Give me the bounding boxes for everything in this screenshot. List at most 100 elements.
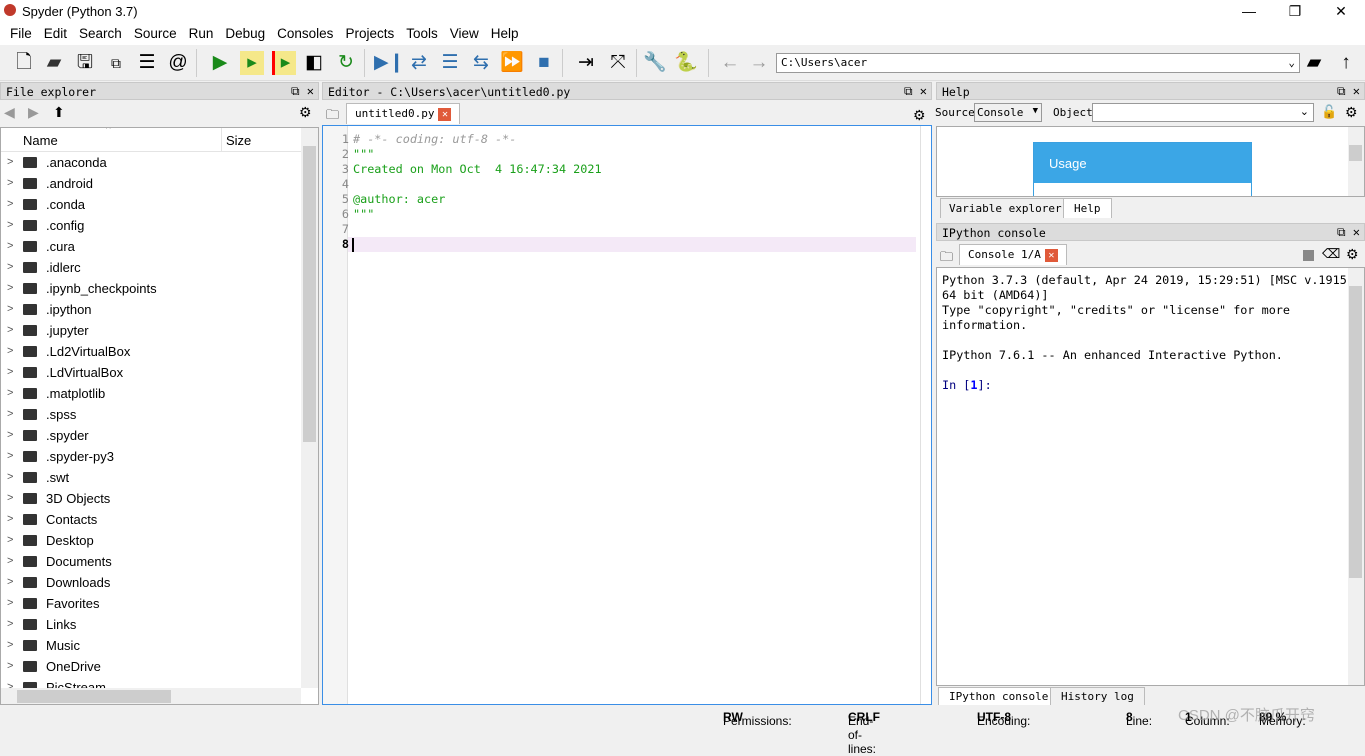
fe-forward-icon[interactable]: ▶ [28, 104, 39, 121]
file-tree-item[interactable]: > .ipython [1, 299, 301, 320]
expand-chevron-icon[interactable]: > [7, 278, 13, 299]
minimize-button[interactable]: — [1226, 0, 1272, 23]
at-sign-icon[interactable]: @ [166, 51, 190, 75]
menu-debug[interactable]: Debug [219, 23, 271, 45]
scroll-thumb[interactable] [303, 146, 316, 442]
file-tree-item[interactable]: > Desktop [1, 530, 301, 551]
pane-buttons[interactable]: ⧉ ✕ [1337, 225, 1360, 240]
file-tree-item[interactable]: > OneDrive [1, 656, 301, 677]
expand-chevron-icon[interactable]: > [7, 572, 13, 593]
run-cell-icon[interactable]: ▸ [240, 51, 264, 75]
expand-chevron-icon[interactable]: > [7, 635, 13, 656]
step-icon[interactable]: ⇄ [407, 51, 431, 75]
pane-buttons[interactable]: ⧉ ✕ [904, 84, 927, 99]
column-name[interactable]: Name [23, 133, 58, 148]
tab-ipython-console[interactable]: IPython console [938, 687, 1060, 705]
expand-chevron-icon[interactable]: > [7, 551, 13, 572]
fe-options-gear-icon[interactable]: ⚙ [299, 104, 312, 121]
menu-source[interactable]: Source [128, 23, 183, 45]
run-icon[interactable]: ▶ [208, 51, 232, 75]
stop-kernel-icon[interactable] [1303, 250, 1314, 261]
clear-eraser-icon[interactable]: ⌫ [1322, 246, 1340, 262]
file-tree-item[interactable]: > Links [1, 614, 301, 635]
fe-back-icon[interactable]: ◀ [4, 104, 15, 121]
vertical-scrollbar[interactable] [301, 128, 318, 688]
expand-chevron-icon[interactable]: > [7, 362, 13, 383]
console-tab[interactable]: Console 1/A ✕ [959, 244, 1067, 265]
fullscreen-icon[interactable]: ⤧ [606, 51, 630, 75]
file-tree-item[interactable]: > .anaconda [1, 152, 301, 173]
save-icon[interactable]: 🖫 [73, 51, 97, 75]
menu-tools[interactable]: Tools [400, 23, 444, 45]
step-return-icon[interactable]: ⇆ [469, 51, 493, 75]
pane-buttons[interactable]: ⧉ ✕ [291, 84, 314, 99]
expand-chevron-icon[interactable]: > [7, 215, 13, 236]
expand-chevron-icon[interactable]: > [7, 404, 13, 425]
file-tree-item[interactable]: > .cura [1, 236, 301, 257]
expand-chevron-icon[interactable]: > [7, 509, 13, 530]
working-directory-combo[interactable]: C:\Users\acer ⌄ [776, 53, 1300, 73]
expand-chevron-icon[interactable]: > [7, 236, 13, 257]
file-tree-item[interactable]: > Favorites [1, 593, 301, 614]
save-all-icon[interactable]: ⧉ [104, 51, 128, 75]
file-tree[interactable]: Name ^ Size > .anaconda > .android > .conda >.… [0, 127, 319, 705]
console-options-gear-icon[interactable]: ⚙ [1346, 246, 1359, 263]
file-tree-item[interactable]: > Music [1, 635, 301, 656]
outline-icon[interactable]: ☰ [135, 51, 159, 75]
browse-folder-icon[interactable]: ▰ [1302, 51, 1326, 75]
file-tree-item[interactable]: > .spss [1, 404, 301, 425]
file-tree-item[interactable]: > .Ld2VirtualBox [1, 341, 301, 362]
file-tree-item[interactable]: > Contacts [1, 509, 301, 530]
expand-chevron-icon[interactable]: > [7, 446, 13, 467]
menu-projects[interactable]: Projects [339, 23, 400, 45]
scroll-thumb[interactable] [1349, 286, 1362, 578]
maximize-button[interactable]: ❐ [1272, 0, 1318, 23]
preferences-icon[interactable]: 🔧 [643, 51, 667, 75]
expand-chevron-icon[interactable]: > [7, 614, 13, 635]
file-tree-item[interactable]: > .idlerc [1, 257, 301, 278]
forward-icon[interactable]: → [747, 51, 771, 75]
object-input[interactable]: ⌄ [1092, 103, 1314, 122]
menu-search[interactable]: Search [73, 23, 128, 45]
file-tree-item[interactable]: >3D Objects [1, 488, 301, 509]
run-cell-advance-icon[interactable]: ▸ [272, 51, 296, 75]
stop-icon[interactable]: ■ [532, 51, 556, 75]
console-output[interactable]: Python 3.7.3 (default, Apr 24 2019, 15:2… [936, 267, 1365, 686]
expand-chevron-icon[interactable]: > [7, 320, 13, 341]
file-tree-item[interactable]: > .jupyter [1, 320, 301, 341]
menu-edit[interactable]: Edit [38, 23, 73, 45]
close-console-icon[interactable]: ✕ [1044, 248, 1058, 262]
expand-chevron-icon[interactable]: > [7, 383, 13, 404]
tab-history-log[interactable]: History log [1050, 687, 1145, 705]
menu-consoles[interactable]: Consoles [271, 23, 339, 45]
file-tree-item[interactable]: > .spyder-py3 [1, 446, 301, 467]
file-tree-item[interactable]: > .LdVirtualBox [1, 362, 301, 383]
help-options-gear-icon[interactable]: ⚙ [1345, 104, 1358, 121]
horizontal-scrollbar[interactable] [1, 688, 301, 704]
expand-chevron-icon[interactable]: > [7, 173, 13, 194]
file-tree-item[interactable]: > .swt [1, 467, 301, 488]
expand-chevron-icon[interactable]: > [7, 341, 13, 362]
console-scrollbar[interactable] [1348, 268, 1364, 685]
tab-variable-explorer[interactable]: Variable explorer [940, 198, 1071, 218]
expand-chevron-icon[interactable]: > [7, 656, 13, 677]
new-file-icon[interactable]: 🗋 [12, 51, 36, 75]
expand-chevron-icon[interactable]: > [7, 257, 13, 278]
code-editor[interactable]: 1 # -*- coding: utf-8 -*- 2 """ 3 Created on … [322, 125, 932, 705]
expand-chevron-icon[interactable]: > [7, 530, 13, 551]
expand-chevron-icon[interactable]: > [7, 488, 13, 509]
debug-icon[interactable]: ▶❙ [374, 51, 405, 75]
expand-chevron-icon[interactable]: > [7, 299, 13, 320]
python-path-icon[interactable]: 🐍 [674, 51, 698, 75]
menu-run[interactable]: Run [183, 23, 220, 45]
run-selection-icon[interactable]: ◧ [302, 51, 326, 75]
expand-chevron-icon[interactable]: > [7, 152, 13, 173]
menu-view[interactable]: View [444, 23, 485, 45]
menu-help[interactable]: Help [485, 23, 525, 45]
tab-help[interactable]: Help [1063, 198, 1112, 218]
expand-chevron-icon[interactable]: > [7, 194, 13, 215]
file-tree-item[interactable]: > Documents [1, 551, 301, 572]
editor-options-gear-icon[interactable]: ⚙ [913, 107, 926, 124]
file-tree-item[interactable]: > .conda [1, 194, 301, 215]
expand-chevron-icon[interactable]: > [7, 593, 13, 614]
